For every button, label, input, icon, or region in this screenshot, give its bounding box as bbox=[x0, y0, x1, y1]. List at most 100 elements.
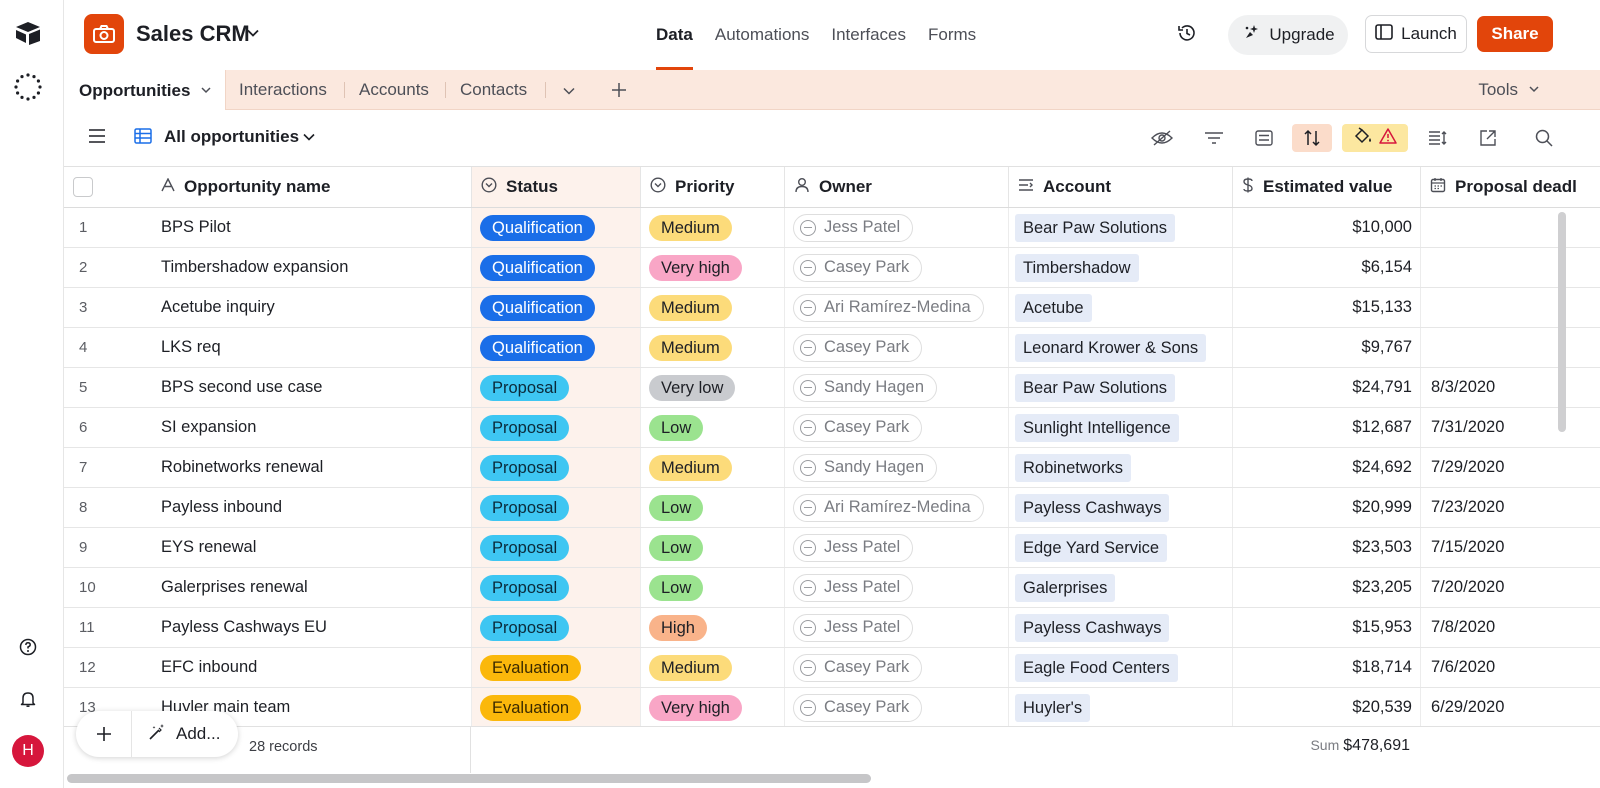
app-camera-icon[interactable] bbox=[84, 14, 124, 54]
cell-name[interactable]: BPS Pilot bbox=[152, 208, 472, 247]
add-with-ai-button[interactable]: Add... bbox=[132, 723, 220, 746]
cell-value[interactable]: $15,133 bbox=[1233, 288, 1421, 327]
table-row[interactable]: 1 BPS Pilot Qualification Medium Jess Patel B… bbox=[64, 208, 1600, 248]
search-icon[interactable] bbox=[1530, 124, 1558, 152]
workspace-loading-icon[interactable] bbox=[13, 72, 43, 102]
table-row[interactable]: 7 Robinetworks renewal Proposal Medium Sandy… bbox=[64, 448, 1600, 488]
table-row[interactable]: 3 Acetube inquiry Qualification Medium Ari R… bbox=[64, 288, 1600, 328]
airtable-logo-icon[interactable] bbox=[13, 18, 43, 48]
cell-priority[interactable]: Medium bbox=[641, 288, 785, 327]
cell-owner[interactable]: Jess Patel bbox=[785, 208, 1009, 247]
hamburger-menu-icon[interactable] bbox=[88, 128, 106, 149]
vertical-scrollbar[interactable] bbox=[1558, 212, 1566, 432]
cell-value[interactable]: $10,000 bbox=[1233, 208, 1421, 247]
cell-status[interactable]: Qualification bbox=[472, 248, 641, 287]
share-button[interactable]: Share bbox=[1477, 16, 1553, 52]
cell-priority[interactable]: Very high bbox=[641, 688, 785, 726]
cell-owner[interactable]: Casey Park bbox=[785, 408, 1009, 447]
cell-account[interactable]: Galerprises bbox=[1009, 568, 1233, 607]
column-header-proposal-deadline[interactable]: Proposal deadl bbox=[1421, 167, 1600, 207]
column-header-estimated-value[interactable]: Estimated value bbox=[1233, 167, 1421, 207]
column-header-status[interactable]: Status bbox=[472, 167, 641, 207]
cell-value[interactable]: $9,767 bbox=[1233, 328, 1421, 367]
cell-name[interactable]: Payless Cashways EU bbox=[152, 608, 472, 647]
cell-owner[interactable]: Jess Patel bbox=[785, 608, 1009, 647]
cell-priority[interactable]: Low bbox=[641, 528, 785, 567]
table-row[interactable]: 8 Payless inbound Proposal Low Ari Ramírez-M… bbox=[64, 488, 1600, 528]
tools-menu[interactable]: Tools bbox=[1478, 70, 1540, 110]
cell-priority[interactable]: Very low bbox=[641, 368, 785, 407]
cell-value[interactable]: $23,205 bbox=[1233, 568, 1421, 607]
cell-deadline[interactable]: 8/3/2020 bbox=[1421, 368, 1600, 407]
view-name[interactable]: All opportunities bbox=[164, 127, 299, 147]
cell-status[interactable]: Proposal bbox=[472, 408, 641, 447]
color-warning-button[interactable] bbox=[1342, 124, 1408, 152]
table-row[interactable]: 12 EFC inbound Evaluation Medium Casey Park E… bbox=[64, 648, 1600, 688]
add-record-plus-icon[interactable] bbox=[76, 711, 132, 757]
column-header-owner[interactable]: Owner bbox=[785, 167, 1009, 207]
notifications-bell-icon[interactable] bbox=[13, 684, 43, 714]
cell-deadline[interactable]: 7/23/2020 bbox=[1421, 488, 1600, 527]
cell-deadline[interactable]: 7/20/2020 bbox=[1421, 568, 1600, 607]
cell-deadline[interactable]: 7/15/2020 bbox=[1421, 528, 1600, 567]
tab-contacts[interactable]: Contacts bbox=[460, 70, 527, 110]
cell-account[interactable]: Acetube bbox=[1009, 288, 1233, 327]
cell-owner[interactable]: Sandy Hagen bbox=[785, 448, 1009, 487]
cell-status[interactable]: Qualification bbox=[472, 288, 641, 327]
help-icon[interactable] bbox=[13, 632, 43, 662]
cell-account[interactable]: Leonard Krower & Sons bbox=[1009, 328, 1233, 367]
table-row[interactable]: 4 LKS req Qualification Medium Casey Park Leo… bbox=[64, 328, 1600, 368]
cell-owner[interactable]: Ari Ramírez-Medina bbox=[785, 488, 1009, 527]
cell-account[interactable]: Edge Yard Service bbox=[1009, 528, 1233, 567]
hide-fields-icon[interactable] bbox=[1148, 124, 1176, 152]
cell-value[interactable]: $20,539 bbox=[1233, 688, 1421, 726]
add-table-plus-icon[interactable] bbox=[611, 82, 627, 98]
column-header-account[interactable]: Account bbox=[1009, 167, 1233, 207]
cell-deadline[interactable] bbox=[1421, 248, 1600, 287]
launch-button[interactable]: Launch bbox=[1365, 15, 1467, 53]
table-row[interactable]: 11 Payless Cashways EU Proposal High Jess Pa… bbox=[64, 608, 1600, 648]
cell-value[interactable]: $23,503 bbox=[1233, 528, 1421, 567]
cell-priority[interactable]: Low bbox=[641, 488, 785, 527]
cell-priority[interactable]: Medium bbox=[641, 328, 785, 367]
cell-owner[interactable]: Casey Park bbox=[785, 688, 1009, 726]
chevron-down-icon[interactable] bbox=[302, 130, 316, 149]
table-row[interactable]: 9 EYS renewal Proposal Low Jess Patel Edge Ya… bbox=[64, 528, 1600, 568]
cell-deadline[interactable]: 7/29/2020 bbox=[1421, 448, 1600, 487]
cell-deadline[interactable] bbox=[1421, 288, 1600, 327]
cell-status[interactable]: Proposal bbox=[472, 488, 641, 527]
share-view-icon[interactable] bbox=[1474, 124, 1502, 152]
cell-value[interactable]: $24,692 bbox=[1233, 448, 1421, 487]
cell-value[interactable]: $20,999 bbox=[1233, 488, 1421, 527]
cell-name[interactable]: Robinetworks renewal bbox=[152, 448, 472, 487]
cell-name[interactable]: Galerprises renewal bbox=[152, 568, 472, 607]
cell-deadline[interactable]: 7/6/2020 bbox=[1421, 648, 1600, 687]
cell-priority[interactable]: Very high bbox=[641, 248, 785, 287]
cell-owner[interactable]: Ari Ramírez-Medina bbox=[785, 288, 1009, 327]
column-header-priority[interactable]: Priority bbox=[641, 167, 785, 207]
cell-value[interactable]: $18,714 bbox=[1233, 648, 1421, 687]
cell-status[interactable]: Proposal bbox=[472, 608, 641, 647]
chevron-down-icon[interactable] bbox=[200, 81, 212, 101]
cell-account[interactable]: Eagle Food Centers bbox=[1009, 648, 1233, 687]
cell-account[interactable]: Payless Cashways bbox=[1009, 608, 1233, 647]
nav-interfaces[interactable]: Interfaces bbox=[831, 0, 906, 70]
nav-forms[interactable]: Forms bbox=[928, 0, 976, 70]
cell-name[interactable]: EFC inbound bbox=[152, 648, 472, 687]
cell-status[interactable]: Proposal bbox=[472, 368, 641, 407]
cell-owner[interactable]: Casey Park bbox=[785, 328, 1009, 367]
cell-owner[interactable]: Casey Park bbox=[785, 648, 1009, 687]
table-row[interactable]: 13 Huyler main team Evaluation Very high Cas… bbox=[64, 688, 1600, 726]
cell-value[interactable]: $24,791 bbox=[1233, 368, 1421, 407]
cell-deadline[interactable]: 7/31/2020 bbox=[1421, 408, 1600, 447]
cell-deadline[interactable] bbox=[1421, 328, 1600, 367]
nav-automations[interactable]: Automations bbox=[715, 0, 810, 70]
cell-status[interactable]: Proposal bbox=[472, 568, 641, 607]
cell-deadline[interactable]: 6/29/2020 bbox=[1421, 688, 1600, 726]
history-icon[interactable] bbox=[1176, 22, 1198, 49]
cell-account[interactable]: Robinetworks bbox=[1009, 448, 1233, 487]
cell-account[interactable]: Payless Cashways bbox=[1009, 488, 1233, 527]
group-icon[interactable] bbox=[1250, 124, 1278, 152]
cell-priority[interactable]: Medium bbox=[641, 208, 785, 247]
cell-deadline[interactable] bbox=[1421, 208, 1600, 247]
